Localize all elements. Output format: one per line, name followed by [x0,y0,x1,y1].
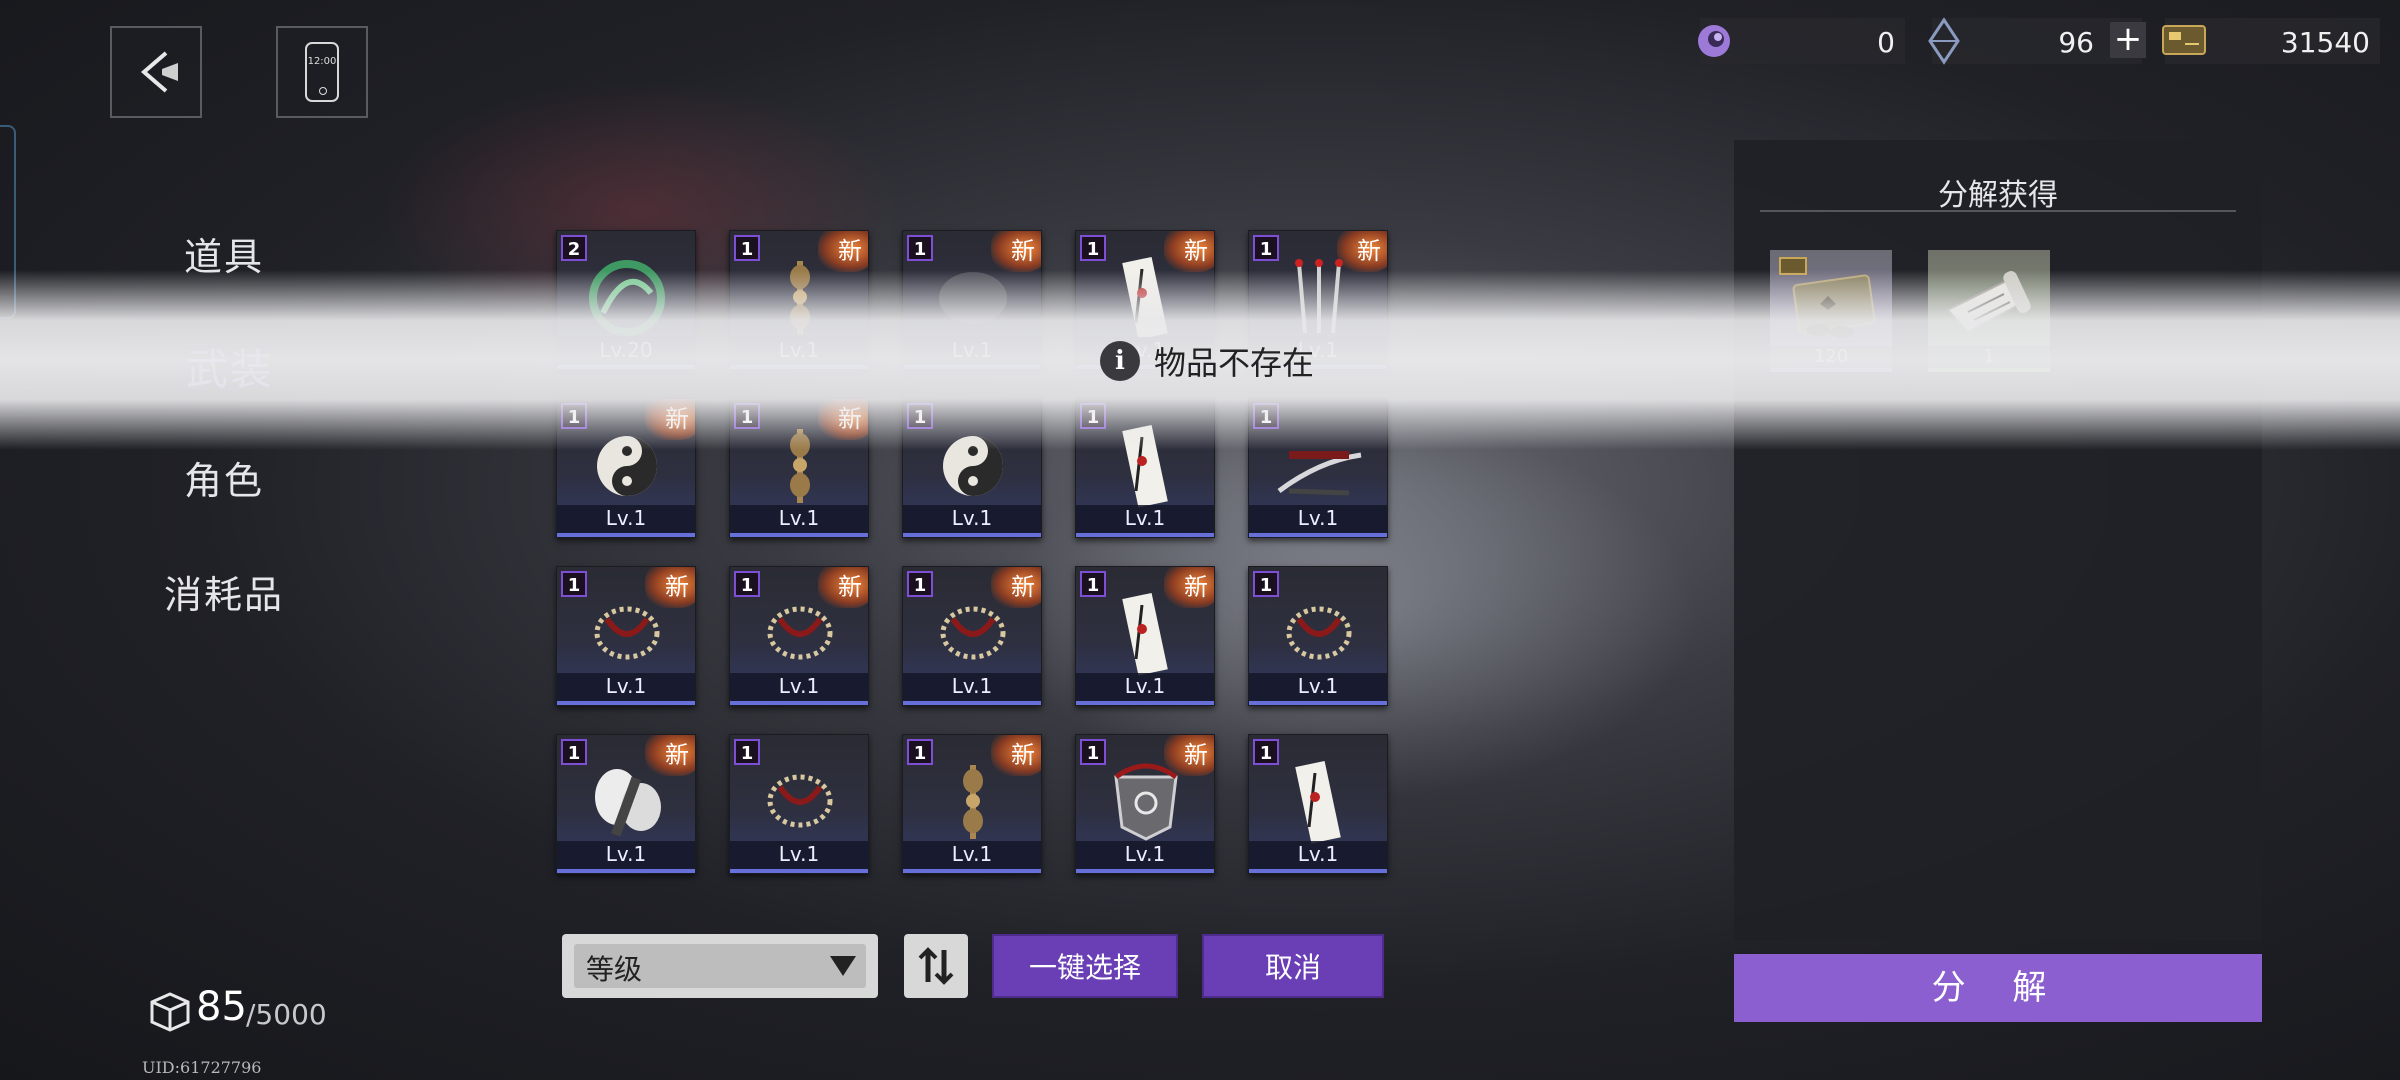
item-card[interactable]: 1 新 Lv.1 [729,566,869,706]
select-all-button[interactable]: 一键选择 [992,934,1178,998]
sort-dropdown[interactable]: 等级 [562,934,878,998]
item-card[interactable]: 1 新 Lv.1 [1075,566,1215,706]
item-count-badge: 1 [561,571,587,597]
item-level: Lv.1 [1076,673,1214,705]
item-card[interactable]: 1 Lv.1 [1248,566,1388,706]
new-badge: 新 [1337,231,1387,272]
toast-banner: i 物品不存在 [0,270,2400,450]
item-level: Lv.1 [1076,505,1214,537]
sort-arrows-icon [918,947,954,985]
item-count-badge: 2 [561,235,587,261]
new-badge: 新 [818,231,868,272]
item-count-badge: 1 [734,235,760,261]
resource-crystal-value: 96 [2058,26,2094,59]
item-level: Lv.1 [730,841,868,873]
resource-coin: 31540 [2162,18,2380,64]
capacity-max: /5000 [246,998,327,1031]
item-level: Lv.1 [1249,505,1387,537]
item-card[interactable]: 1 新 Lv.1 [556,734,696,874]
item-count-badge: 1 [1253,235,1279,261]
user-id: UID:61727796 [142,1058,262,1077]
item-count-badge: 1 [907,235,933,261]
new-badge: 新 [991,567,1041,608]
item-level: Lv.1 [557,673,695,705]
item-count-badge: 1 [1080,739,1106,765]
item-card[interactable]: 1 Lv.1 [1248,734,1388,874]
item-level: Lv.1 [730,505,868,537]
phone-button[interactable]: 12:00 [276,26,368,118]
item-count-badge: 1 [734,739,760,765]
new-badge: 新 [991,735,1041,776]
new-badge: 新 [991,231,1041,272]
item-count-badge: 1 [561,739,587,765]
decompose-button[interactable]: 分 解 [1734,954,2262,1022]
nav-item-consumables[interactable]: 消耗品 [164,564,284,619]
item-level: Lv.1 [1076,841,1214,873]
item-level: Lv.1 [903,841,1041,873]
panel-title: 分解获得 [1938,178,2058,213]
new-badge: 新 [1164,231,1214,272]
new-badge: 新 [645,735,695,776]
prayer-beads-icon [1286,606,1352,660]
item-count-badge: 1 [907,571,933,597]
item-count-badge: 1 [1080,235,1106,261]
item-level: Lv.1 [903,673,1041,705]
nav-item-characters[interactable]: 角色 [184,450,264,505]
cancel-button[interactable]: 取消 [1202,934,1384,998]
dropdown-arrow-icon [830,956,856,976]
coin-card-icon [2162,25,2206,55]
item-level: Lv.1 [903,505,1041,537]
back-arrow-icon [140,51,178,93]
item-count-badge: 1 [734,571,760,597]
add-crystal-button[interactable]: + [2110,22,2146,58]
item-level: Lv.1 [730,673,868,705]
new-badge: 新 [1164,735,1214,776]
resource-coin-value: 31540 [2280,26,2370,59]
resource-crystal: 96 + [1928,17,2146,65]
item-count-badge: 1 [1080,571,1106,597]
item-level: Lv.1 [557,505,695,537]
new-badge: 新 [1164,567,1214,608]
new-badge: 新 [818,567,868,608]
back-button[interactable] [110,26,202,118]
item-level: Lv.1 [1249,673,1387,705]
toast-message: 物品不存在 [1154,344,1315,382]
info-icon: i [1100,341,1140,381]
item-count-badge: 1 [1253,571,1279,597]
item-count-badge: 1 [907,739,933,765]
decompose-panel: 分解获得 120 1 [1734,140,2262,940]
item-level: Lv.1 [557,841,695,873]
sort-direction-button[interactable] [904,934,968,998]
item-card[interactable]: 1 新 Lv.1 [1075,734,1215,874]
box-icon [150,992,190,1032]
item-level: Lv.1 [1249,841,1387,873]
item-card[interactable]: 1 新 Lv.1 [556,566,696,706]
resource-purple: 0 [1698,18,1905,64]
crystal-icon [1928,17,1960,65]
item-card[interactable]: 1 Lv.1 [729,734,869,874]
sort-dropdown-label: 等级 [586,953,643,986]
prayer-beads-icon [767,774,833,828]
capacity-current: 85 [196,984,247,1030]
item-card[interactable]: 1 新 Lv.1 [902,566,1042,706]
phone-icon: 12:00 [305,42,339,102]
resource-purple-value: 0 [1877,26,1895,59]
new-badge: 新 [645,567,695,608]
item-count-badge: 1 [1253,739,1279,765]
item-card[interactable]: 1 新 Lv.1 [902,734,1042,874]
title-divider [1760,210,2236,212]
talisman-icon [1295,760,1341,844]
spiral-currency-icon [1698,25,1730,57]
